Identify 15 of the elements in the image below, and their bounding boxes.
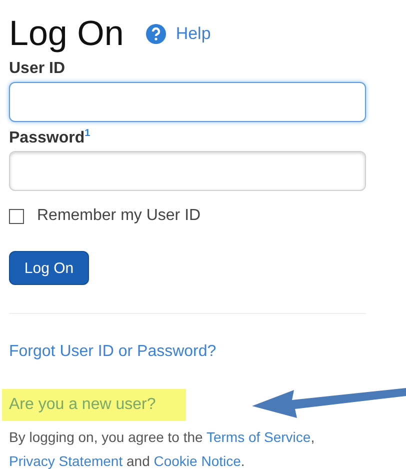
log-on-button[interactable]: Log On [9,251,89,286]
field-label: User ID [9,60,66,78]
legal-link[interactable]: Terms of Service [206,429,311,446]
legal-text: By logging on, you agree to the Terms of Service, Privacy Statement and Cookie Notice. [9,428,316,469]
page-title: Log On [9,14,124,54]
help-link[interactable]: Help [146,24,211,44]
legal-link[interactable]: Cookie Notice [154,453,241,469]
new-user-link[interactable]: Are you a new user? [2,389,186,422]
remember-checkbox[interactable]: Remember my User ID [9,207,406,226]
forgot-link[interactable]: Forgot User ID or Password? [9,343,216,360]
legal-link[interactable]: Privacy Statement [9,453,123,469]
field-label: Password$^{1}$ [9,128,92,148]
input-field[interactable] [9,82,366,122]
help-icon [146,24,166,44]
input-field[interactable] [9,151,366,192]
